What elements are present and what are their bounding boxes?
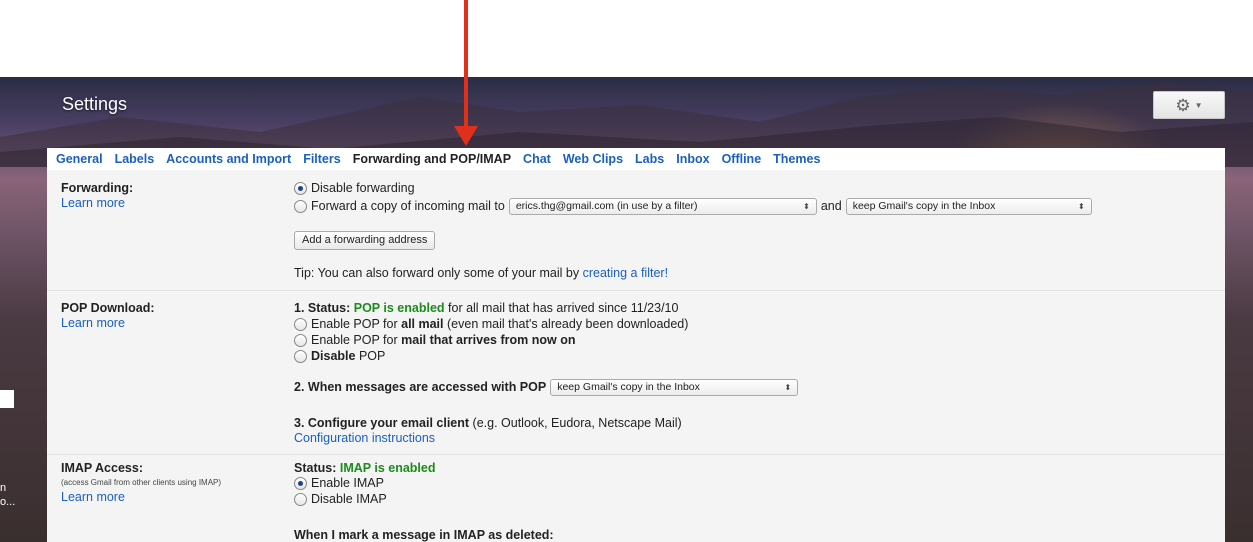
- tab-inbox[interactable]: Inbox: [676, 152, 709, 166]
- imap-deleted-heading: When I mark a message in IMAP as deleted…: [294, 527, 554, 542]
- tab-chat[interactable]: Chat: [523, 152, 551, 166]
- imap-learn-more-link[interactable]: Learn more: [61, 490, 125, 504]
- enable-imap-label: Enable IMAP: [311, 476, 384, 490]
- imap-status-prefix: Status:: [294, 461, 337, 475]
- pop-opt1-note: (even mail that's already been downloade…: [447, 317, 689, 331]
- tab-general[interactable]: General: [56, 152, 103, 166]
- disable-forwarding-option[interactable]: Disable forwarding: [294, 180, 415, 196]
- pop-opt1-bold: all mail: [401, 317, 444, 331]
- forward-keep-value: keep Gmail's copy in the Inbox: [852, 200, 996, 212]
- imap-deleted-label: When I mark a message in IMAP as deleted…: [294, 528, 554, 542]
- settings-tabs: General Labels Accounts and Import Filte…: [47, 148, 1225, 170]
- left-edge-text-1: n: [0, 482, 7, 494]
- pop-opt3-text: POP: [358, 349, 386, 363]
- pop-download-label: POP Download:: [61, 301, 155, 315]
- imap-access-section: IMAP Access: (access Gmail from other cl…: [47, 454, 1225, 542]
- configuration-instructions-link[interactable]: Configuration instructions: [294, 431, 435, 445]
- annotation-arrow-head: [454, 126, 478, 146]
- pop-when-accessed-row: 2. When messages are accessed with POP k…: [294, 378, 802, 396]
- chevron-down-icon: ▼: [1194, 100, 1203, 110]
- pop-disable-option[interactable]: Disable POP: [294, 348, 385, 364]
- pop-configure-row: 3. Configure your email client (e.g. Out…: [294, 415, 682, 431]
- forward-address-select[interactable]: erics.thg@gmail.com (in use by a filter)…: [508, 197, 817, 215]
- pop-opt2-bold: mail that arrives from now on: [401, 333, 576, 347]
- pop-status: 1. Status: POP is enabled for all mail t…: [294, 300, 678, 316]
- forwarding-section: Forwarding: Learn more Disable forwardin…: [47, 170, 1225, 290]
- tip-text: Tip: You can also forward only some of y…: [294, 266, 580, 280]
- page-title: Settings: [62, 94, 128, 114]
- imap-access-label: IMAP Access:: [61, 461, 143, 475]
- add-forwarding-address-button[interactable]: Add a forwarding address: [294, 230, 436, 250]
- pop-status-value: POP is enabled: [353, 301, 445, 315]
- forward-copy-option[interactable]: Forward a copy of incoming mail to erics…: [294, 197, 1096, 215]
- pop-action-value: keep Gmail's copy in the Inbox: [557, 381, 700, 393]
- settings-panel: General Labels Accounts and Import Filte…: [47, 148, 1225, 542]
- pop-configure-note: (e.g. Outlook, Eudora, Netscape Mail): [472, 416, 682, 430]
- left-edge-text-2: o...: [0, 496, 16, 508]
- radio-icon[interactable]: [294, 492, 307, 506]
- select-arrows-icon: ⬍: [803, 201, 810, 211]
- imap-access-sublabel: (access Gmail from other clients using I…: [61, 478, 222, 487]
- radio-icon[interactable]: [294, 476, 307, 490]
- tab-forwarding-pop-imap[interactable]: Forwarding and POP/IMAP: [353, 152, 511, 166]
- forward-keep-select[interactable]: keep Gmail's copy in the Inbox ⬍: [845, 197, 1092, 215]
- radio-icon[interactable]: [294, 349, 307, 363]
- forwarding-learn-more-link[interactable]: Learn more: [61, 196, 125, 210]
- imap-status: Status: IMAP is enabled: [294, 460, 436, 476]
- pop-configure-label: 3. Configure your email client: [294, 416, 470, 430]
- pop-action-select[interactable]: keep Gmail's copy in the Inbox ⬍: [550, 378, 799, 396]
- pop-status-prefix: 1. Status:: [294, 301, 351, 315]
- tab-web-clips[interactable]: Web Clips: [563, 152, 623, 166]
- select-arrows-icon: ⬍: [1078, 201, 1085, 211]
- pop-when-label: 2. When messages are accessed with POP: [294, 380, 547, 394]
- tab-labels[interactable]: Labels: [115, 152, 155, 166]
- disable-imap-label: Disable IMAP: [311, 492, 387, 506]
- partial-sidebar-element: [0, 390, 14, 408]
- creating-filter-link[interactable]: creating a filter!: [583, 266, 668, 280]
- tab-offline[interactable]: Offline: [722, 152, 762, 166]
- tab-themes[interactable]: Themes: [773, 152, 820, 166]
- select-arrows-icon: ⬍: [784, 382, 792, 392]
- pop-opt1-text: Enable POP for: [311, 317, 398, 331]
- radio-icon[interactable]: [294, 181, 307, 195]
- forward-copy-label: Forward a copy of incoming mail to: [311, 199, 505, 213]
- pop-status-suffix: for all mail that has arrived since 11/2…: [448, 301, 679, 315]
- settings-gear-button[interactable]: ⚙ ▼: [1153, 91, 1225, 119]
- forward-address-value: erics.thg@gmail.com (in use by a filter): [515, 200, 698, 212]
- radio-icon[interactable]: [294, 317, 307, 331]
- forwarding-tip: Tip: You can also forward only some of y…: [294, 265, 668, 281]
- add-forwarding-row: Add a forwarding address: [294, 230, 436, 250]
- tab-labs[interactable]: Labs: [635, 152, 664, 166]
- radio-icon[interactable]: [294, 333, 307, 347]
- forwarding-label: Forwarding:: [61, 181, 134, 195]
- imap-status-value: IMAP is enabled: [339, 461, 436, 475]
- enable-imap-option[interactable]: Enable IMAP: [294, 475, 384, 491]
- pop-opt3-bold: Disable: [311, 349, 356, 363]
- pop-all-mail-option[interactable]: Enable POP for all mail (even mail that'…: [294, 316, 688, 332]
- tab-filters[interactable]: Filters: [303, 152, 341, 166]
- annotation-arrow: [464, 0, 468, 130]
- pop-download-section: POP Download: Learn more 1. Status: POP …: [47, 290, 1225, 454]
- pop-config-link-row: Configuration instructions: [294, 430, 435, 446]
- and-label: and: [820, 199, 842, 213]
- gear-icon: ⚙: [1175, 95, 1191, 115]
- disable-forwarding-label: Disable forwarding: [311, 181, 415, 195]
- tab-accounts-and-import[interactable]: Accounts and Import: [166, 152, 291, 166]
- disable-imap-option[interactable]: Disable IMAP: [294, 491, 387, 507]
- pop-learn-more-link[interactable]: Learn more: [61, 316, 125, 330]
- pop-opt2-text: Enable POP for: [311, 333, 398, 347]
- pop-from-now-option[interactable]: Enable POP for mail that arrives from no…: [294, 332, 575, 348]
- radio-icon[interactable]: [294, 199, 307, 213]
